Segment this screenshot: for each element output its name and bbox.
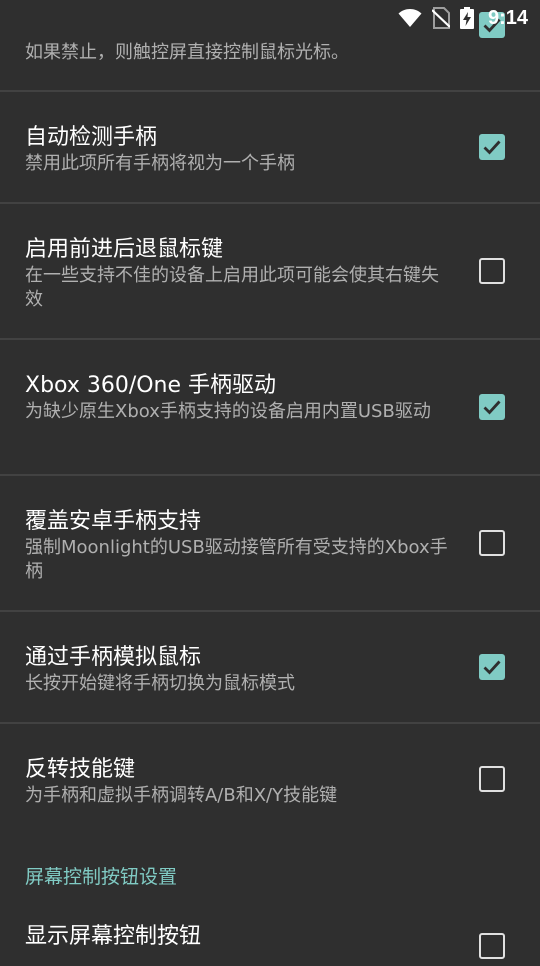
pref-title: 显示屏幕控制按钮 <box>25 924 202 949</box>
checkmark-icon <box>483 400 501 415</box>
pref-checkbox[interactable] <box>479 530 505 556</box>
checkmark-icon <box>483 660 501 675</box>
pref-checkbox[interactable] <box>479 933 505 959</box>
pref-item-gamepad-mouse-emulation[interactable]: 通过手柄模拟鼠标 长按开始键将手柄切换为鼠标模式 <box>0 612 540 724</box>
pref-checkbox[interactable] <box>479 258 505 284</box>
pref-title: 覆盖安卓手柄支持 <box>25 509 202 534</box>
battery-charging-icon <box>459 7 474 29</box>
pref-summary: 强制Moonlight的USB驱动接管所有受支持的Xbox手柄 <box>25 537 448 582</box>
pref-summary: 禁用此项所有手柄将视为一个手柄 <box>25 153 295 174</box>
pref-item-mouse-back-forward[interactable]: 启用前进后退鼠标键 在一些支持不佳的设备上启用此项可能会使其右键失效 <box>0 204 540 340</box>
pref-summary: 如果禁止，则触控屏直接控制鼠标光标。 <box>25 42 349 63</box>
pref-item-auto-detect-gamepad[interactable]: 自动检测手柄 禁用此项所有手柄将视为一个手柄 <box>0 92 540 204</box>
no-sim-icon <box>431 7 450 29</box>
pref-checkbox[interactable] <box>479 654 505 680</box>
checkmark-icon <box>483 140 501 155</box>
pref-item-show-onscreen-controls[interactable]: 显示屏幕控制按钮 <box>0 906 540 966</box>
pref-summary: 长按开始键将手柄切换为鼠标模式 <box>25 673 295 694</box>
pref-item-flip-face-buttons[interactable]: 反转技能键 为手柄和虚拟手柄调转A/B和X/Y技能键 <box>0 724 540 836</box>
pref-checkbox[interactable] <box>479 394 505 420</box>
pref-title: 反转技能键 <box>25 757 136 782</box>
pref-summary: 为手柄和虚拟手柄调转A/B和X/Y技能键 <box>25 785 338 806</box>
pref-title: Xbox 360/One 手柄驱动 <box>25 373 277 398</box>
pref-summary: 在一些支持不佳的设备上启用此项可能会使其右键失效 <box>25 265 439 310</box>
status-bar: 9:14 <box>0 0 540 36</box>
wifi-icon <box>398 8 422 28</box>
pref-checkbox[interactable] <box>479 134 505 160</box>
pref-title: 自动检测手柄 <box>25 125 158 150</box>
pref-checkbox[interactable] <box>479 766 505 792</box>
pref-item-override-android-gamepad[interactable]: 覆盖安卓手柄支持 强制Moonlight的USB驱动接管所有受支持的Xbox手柄 <box>0 476 540 612</box>
section-header-onscreen-controls: 屏幕控制按钮设置 <box>25 866 178 888</box>
pref-summary: 为缺少原生Xbox手柄支持的设备启用内置USB驱动 <box>25 401 431 422</box>
pref-title: 启用前进后退鼠标键 <box>25 237 224 262</box>
status-time: 9:14 <box>487 6 528 29</box>
pref-item-xbox-driver[interactable]: Xbox 360/One 手柄驱动 为缺少原生Xbox手柄支持的设备启用内置US… <box>0 340 540 476</box>
pref-title: 通过手柄模拟鼠标 <box>25 645 202 670</box>
